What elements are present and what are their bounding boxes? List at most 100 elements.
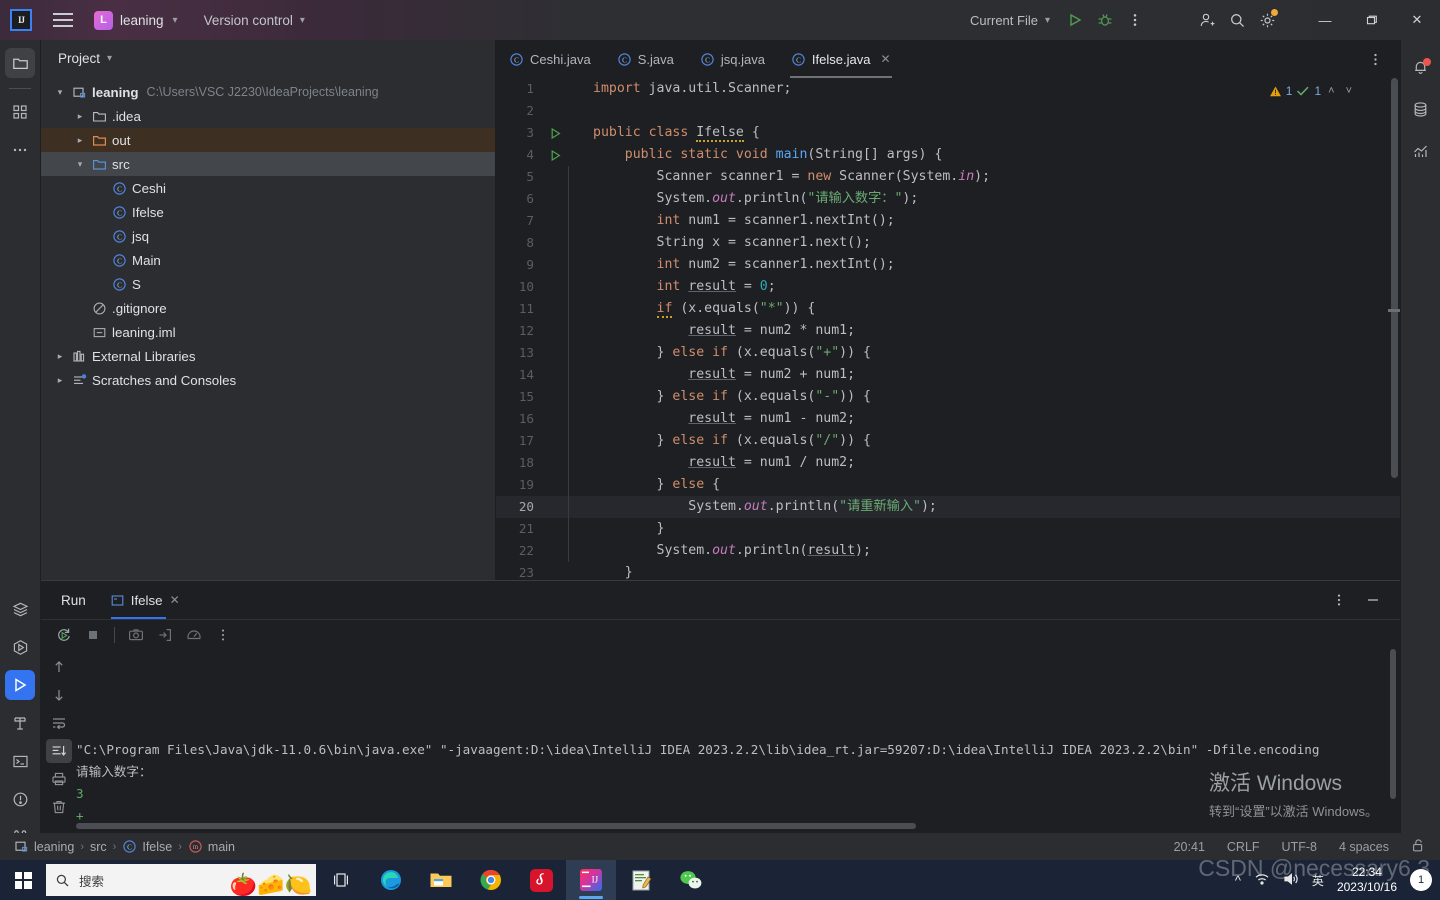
code-line-7[interactable]: 7 int num1 = scanner1.nextInt();	[496, 210, 1400, 232]
notifications-bell-icon[interactable]	[1406, 52, 1436, 82]
code-line-13[interactable]: 13 } else if (x.equals("+")) {	[496, 342, 1400, 364]
minimize-window-button[interactable]: —	[1302, 0, 1348, 40]
tree-item-jsq[interactable]: Cjsq	[41, 224, 495, 248]
project-panel-header[interactable]: Project ▾	[41, 40, 495, 76]
tree-item--idea[interactable]: ▸ .idea	[41, 104, 495, 128]
taskbar-app-wechat[interactable]	[666, 860, 716, 900]
run-configuration-selector[interactable]: Current File ▾	[970, 13, 1050, 28]
volume-icon[interactable]	[1283, 872, 1299, 889]
breadcrumb-item-ifelse[interactable]: C Ifelse	[122, 839, 172, 854]
tree-item-ifelse[interactable]: C Ifelse	[41, 200, 495, 224]
chevron-down-icon[interactable]: ▾	[71, 159, 89, 170]
version-control-widget[interactable]: Version control ▾	[204, 13, 305, 28]
taskbar-app-notepad[interactable]	[616, 860, 666, 900]
console-vertical-scrollbar[interactable]	[1390, 649, 1396, 819]
tree-item-scratches-and-consoles[interactable]: ▸ Scratches and Consoles	[41, 368, 495, 392]
file-encoding[interactable]: UTF-8	[1282, 840, 1317, 854]
stop-icon[interactable]	[80, 623, 106, 647]
chevron-down-icon[interactable]: ▾	[51, 87, 69, 98]
code-line-5[interactable]: 5 Scanner scanner1 = new Scanner(System.…	[496, 166, 1400, 188]
tree-item-s[interactable]: CS	[41, 272, 495, 296]
code-line-17[interactable]: 17 } else if (x.equals("/")) {	[496, 430, 1400, 452]
code-line-4[interactable]: 4 public static void main(String[] args)…	[496, 144, 1400, 166]
scrollbar-thumb[interactable]	[1390, 649, 1396, 799]
run-icon[interactable]	[1060, 5, 1090, 35]
chevron-right-icon[interactable]: ▸	[51, 351, 69, 362]
code-line-19[interactable]: 19 } else {	[496, 474, 1400, 496]
run-gutter-icon[interactable]	[542, 127, 568, 140]
indent-setting[interactable]: 4 spaces	[1339, 840, 1389, 854]
intellij-logo-icon[interactable]: IJ	[10, 9, 32, 31]
taskbar-app-intellij-idea[interactable]: IJ	[566, 860, 616, 900]
code-line-20[interactable]: 20 System.out.println("请重新输入");	[496, 496, 1400, 518]
editor-tab-ifelse-java[interactable]: C Ifelse.java ✕	[778, 40, 904, 78]
console-horizontal-scrollbar[interactable]	[76, 823, 916, 829]
project-widget[interactable]: L leaning ▾	[94, 10, 178, 30]
editor-vertical-scrollbar[interactable]	[1391, 78, 1398, 580]
sidebar-item-run-anything[interactable]	[5, 632, 35, 662]
console-output[interactable]: "C:\Program Files\Java\jdk-11.0.6\bin\ja…	[76, 649, 1400, 834]
settings-icon[interactable]	[1252, 5, 1282, 35]
database-icon[interactable]	[1406, 94, 1436, 124]
sidebar-item-terminal[interactable]	[5, 746, 35, 776]
more-actions-icon[interactable]	[1120, 5, 1150, 35]
editor-more-icon[interactable]	[1360, 44, 1390, 74]
code-line-10[interactable]: 10 int result = 0;	[496, 276, 1400, 298]
close-window-button[interactable]: ✕	[1394, 0, 1440, 40]
tree-item-out[interactable]: ▸ out	[41, 128, 495, 152]
breadcrumb-item-leaning[interactable]: leaning	[14, 839, 74, 854]
import-icon[interactable]	[152, 623, 178, 647]
tree-item-external-libraries[interactable]: ▸ External Libraries	[41, 344, 495, 368]
main-menu-button[interactable]	[46, 3, 80, 37]
search-icon[interactable]	[1222, 5, 1252, 35]
tree-item-leaning[interactable]: ▾ leaning C:\Users\VSC J2230\IdeaProjects\…	[41, 80, 495, 104]
sidebar-item-build[interactable]	[5, 708, 35, 738]
scroll-to-end-icon[interactable]	[45, 739, 72, 763]
code-line-2[interactable]: 2	[496, 100, 1400, 122]
caret-position[interactable]: 20:41	[1174, 840, 1205, 854]
editor-tab-jsq-java[interactable]: Cjsq.java	[687, 40, 778, 78]
code-editor[interactable]: 1 1 ˄ ˅ 1 import java.util.Scanner; 2 3 publ…	[496, 78, 1400, 580]
sidebar-item-more[interactable]	[5, 135, 35, 165]
breadcrumb-item-src[interactable]: src	[90, 840, 107, 854]
sidebar-item-services[interactable]	[5, 594, 35, 624]
gauge-icon[interactable]	[181, 623, 207, 647]
code-line-18[interactable]: 18 result = num1 / num2;	[496, 452, 1400, 474]
run-panel-more-icon[interactable]	[1326, 588, 1352, 612]
tree-item-main[interactable]: C Main	[41, 248, 495, 272]
network-icon[interactable]	[1254, 872, 1270, 889]
unlocked-icon[interactable]	[1411, 838, 1426, 856]
code-line-8[interactable]: 8 String x = scanner1.next();	[496, 232, 1400, 254]
chevron-right-icon[interactable]: ▸	[71, 111, 89, 122]
line-separator[interactable]: CRLF	[1227, 840, 1260, 854]
inspection-widget[interactable]: 1 1 ˄ ˅	[1269, 84, 1352, 98]
more-icon[interactable]	[210, 623, 236, 647]
breadcrumb-item-main[interactable]: m main	[188, 839, 235, 854]
tree-item--gitignore[interactable]: .gitignore	[41, 296, 495, 320]
trash-icon[interactable]	[46, 795, 72, 819]
notification-count-badge[interactable]: 1	[1410, 869, 1432, 891]
close-icon[interactable]: ✕	[880, 52, 890, 66]
soft-wrap-icon[interactable]	[46, 711, 72, 735]
taskbar-app-netease-music[interactable]	[516, 860, 566, 900]
taskbar-app-file-explorer[interactable]	[416, 860, 466, 900]
code-line-11[interactable]: 11 if (x.equals("*")) {	[496, 298, 1400, 320]
taskbar-app-microsoft-edge[interactable]	[366, 860, 416, 900]
code-line-21[interactable]: 21 }	[496, 518, 1400, 540]
code-line-12[interactable]: 12 result = num2 * num1;	[496, 320, 1400, 342]
code-line-14[interactable]: 14 result = num2 + num1;	[496, 364, 1400, 386]
taskbar-app-google-chrome[interactable]	[466, 860, 516, 900]
ime-indicator[interactable]: 英	[1312, 872, 1324, 889]
maximize-window-button[interactable]	[1348, 0, 1394, 40]
run-tab-ifelse[interactable]: Ifelse ✕	[110, 581, 180, 619]
camera-icon[interactable]	[123, 623, 149, 647]
code-line-1[interactable]: 1 import java.util.Scanner;	[496, 78, 1400, 100]
taskbar-search-input[interactable]: 搜索 🍅🧀🍋	[46, 864, 316, 896]
code-line-16[interactable]: 16 result = num1 - num2;	[496, 408, 1400, 430]
next-problem-icon[interactable]: ˅	[1346, 85, 1352, 97]
sidebar-item-problems[interactable]	[5, 784, 35, 814]
tree-item-src[interactable]: ▾ src	[41, 152, 495, 176]
code-line-3[interactable]: 3 public class Ifelse {	[496, 122, 1400, 144]
code-line-15[interactable]: 15 } else if (x.equals("-")) {	[496, 386, 1400, 408]
sidebar-item-structure[interactable]	[5, 97, 35, 127]
